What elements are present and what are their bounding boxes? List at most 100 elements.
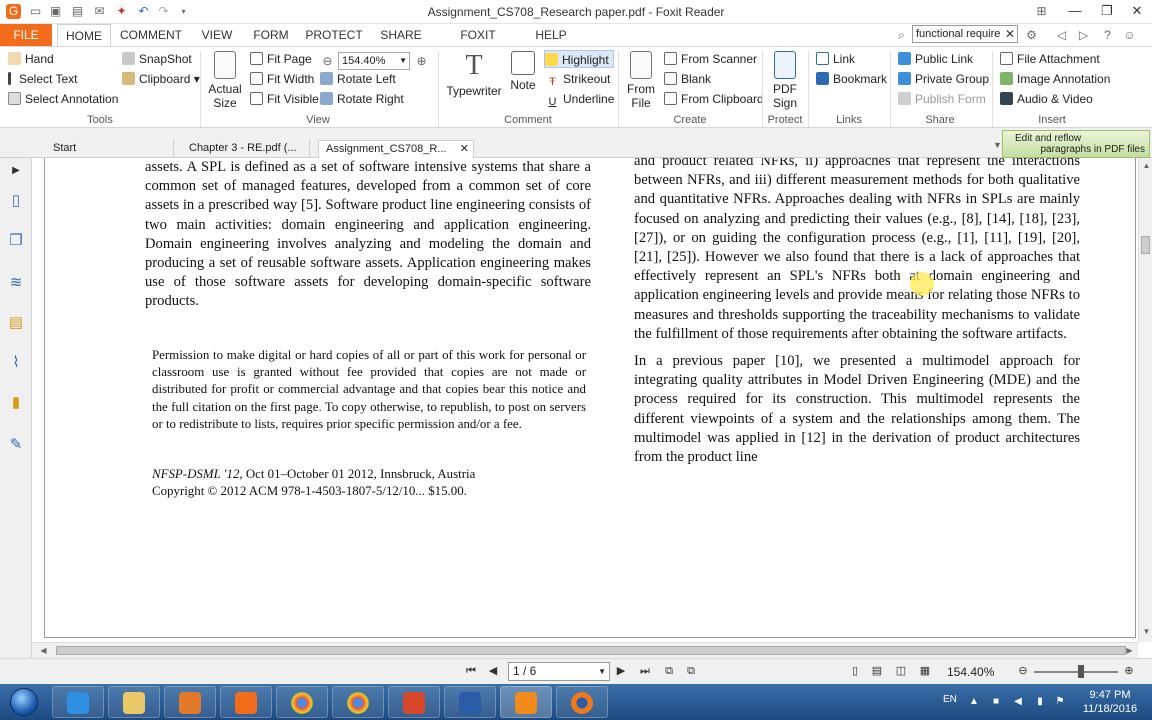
document-viewport[interactable]: assets. A SPL is defined as a set of sof… <box>32 158 1138 642</box>
zoom-slider[interactable] <box>1034 671 1118 673</box>
layers-icon[interactable]: ≋ <box>7 274 25 292</box>
taskbar-foxit[interactable] <box>500 686 552 718</box>
bookmark-button[interactable]: Bookmark <box>816 70 887 88</box>
search-next-icon[interactable]: ▷ <box>1076 28 1091 43</box>
start-button[interactable] <box>4 686 44 718</box>
taskbar-explorer[interactable] <box>108 686 160 718</box>
public-link-button[interactable]: Public Link <box>898 50 973 68</box>
taskbar-chrome-1[interactable] <box>276 686 328 718</box>
tray-arrow-icon[interactable]: ▲ <box>968 696 980 708</box>
typewriter-button[interactable]: T Typewriter <box>444 51 504 99</box>
page-number-input[interactable]: 1 / 6 ▼ <box>508 662 610 681</box>
help-icon[interactable]: ? <box>1100 28 1115 43</box>
status-zoom-in-icon[interactable]: ⊕ <box>1122 664 1136 678</box>
search-input[interactable]: functional require ✕ <box>912 25 1018 43</box>
expand-panel-icon[interactable]: ▶ <box>7 162 25 180</box>
taskbar-word[interactable] <box>444 686 496 718</box>
network-icon[interactable]: ▮ <box>1034 696 1046 708</box>
taskbar-chrome-2[interactable] <box>332 686 384 718</box>
minimize-button[interactable]: — <box>1058 0 1092 22</box>
blank-button[interactable]: Blank <box>664 70 711 88</box>
tab-assignment[interactable]: Assignment_CS708_R... ✕ <box>318 140 474 158</box>
fit-page-button[interactable]: Fit Page <box>250 50 312 68</box>
continuous-icon[interactable]: ▤ <box>870 664 884 678</box>
pages-icon[interactable]: ▯ <box>7 192 25 210</box>
status-zoom-out-icon[interactable]: ⊖ <box>1016 664 1030 678</box>
tab-start[interactable]: Start <box>46 140 174 158</box>
signature-icon[interactable]: ✎ <box>7 436 25 454</box>
next-view-icon[interactable]: ⧉ <box>684 664 698 678</box>
image-annotation-button[interactable]: Image Annotation <box>1000 70 1110 88</box>
tab-view[interactable]: VIEW <box>196 24 238 46</box>
clear-search-icon[interactable]: ✕ <box>1005 26 1015 42</box>
taskbar-firefox[interactable] <box>556 686 608 718</box>
rotate-right-button[interactable]: Rotate Right <box>320 90 404 108</box>
volume-icon[interactable]: ◀ <box>1012 696 1024 708</box>
tab-foxit-cloud[interactable]: FOXIT CLOUD <box>438 24 518 64</box>
thumbnails-icon[interactable]: ❐ <box>7 232 25 250</box>
clipboard-tool[interactable]: Clipboard ▾ <box>122 70 200 88</box>
select-annotation-tool[interactable]: Select Annotation <box>8 90 118 108</box>
language-indicator[interactable]: EN <box>943 694 957 705</box>
flag-icon[interactable]: ⚑ <box>1054 696 1066 708</box>
scroll-up-icon[interactable]: ▲ <box>1139 158 1152 173</box>
scroll-left-icon[interactable]: ◀ <box>36 643 51 658</box>
tab-comment[interactable]: COMMENT <box>118 24 184 46</box>
last-page-icon[interactable]: ⏭ <box>638 664 652 678</box>
system-clock[interactable]: 9:47 PM 11/18/2016 <box>1072 688 1148 716</box>
actual-size-button[interactable]: Actual Size <box>204 51 246 110</box>
close-button[interactable]: ✕ <box>1120 0 1152 22</box>
attachments-icon[interactable]: ⌇ <box>7 354 25 372</box>
taskbar-app[interactable] <box>388 686 440 718</box>
previous-page-icon[interactable]: ◀ <box>486 664 500 678</box>
from-file-button[interactable]: From File <box>622 51 660 110</box>
tab-protect[interactable]: PROTECT <box>304 24 364 46</box>
fit-width-button[interactable]: Fit Width <box>250 70 314 88</box>
pdf-sign-button[interactable]: PDF Sign <box>766 51 804 110</box>
taskbar-media[interactable] <box>164 686 216 718</box>
previous-view-icon[interactable]: ⧉ <box>662 664 676 678</box>
continuous-facing-icon[interactable]: ▦ <box>918 664 932 678</box>
vertical-scrollbar[interactable]: ▲ ▼ <box>1138 158 1152 642</box>
fit-visible-button[interactable]: Fit Visible <box>250 90 319 108</box>
tab-chapter3[interactable]: Chapter 3 - RE.pdf (... <box>182 140 310 158</box>
publish-form-button[interactable]: Publish Form <box>898 90 986 108</box>
first-page-icon[interactable]: ⏮ <box>464 664 478 678</box>
zoom-select[interactable]: 154.40% ▼ <box>338 52 410 70</box>
hand-tool[interactable]: Hand <box>8 50 54 68</box>
tab-home[interactable]: HOME <box>57 24 111 46</box>
file-attachment-button[interactable]: File Attachment <box>1000 50 1100 68</box>
audio-video-button[interactable]: Audio & Video <box>1000 90 1093 108</box>
reflow-tip[interactable]: Edit and reflow paragraphs in PDF files <box>1002 130 1150 158</box>
security-lock-icon[interactable]: ▮ <box>7 394 25 412</box>
taskbar-ie[interactable] <box>52 686 104 718</box>
horizontal-scrollbar[interactable]: ◀ ▶ <box>32 642 1138 658</box>
highlight-button[interactable]: Highlight <box>544 50 614 68</box>
zoom-in-icon[interactable]: ⊕ <box>414 54 429 69</box>
horizontal-scroll-thumb[interactable] <box>56 646 1126 655</box>
maximize-button[interactable]: ❐ <box>1090 0 1124 22</box>
vertical-scroll-thumb[interactable] <box>1141 236 1150 254</box>
facing-icon[interactable]: ◫ <box>894 664 908 678</box>
tab-file[interactable]: FILE <box>0 24 52 46</box>
scroll-right-icon[interactable]: ▶ <box>1122 643 1137 658</box>
settings-icon[interactable]: ⚙ <box>1024 28 1039 43</box>
tab-form[interactable]: FORM <box>250 24 292 46</box>
next-page-icon[interactable]: ▶ <box>614 664 628 678</box>
tray-app-icon[interactable]: ■ <box>990 696 1002 708</box>
snapshot-tool[interactable]: SnapShot <box>122 50 192 68</box>
link-button[interactable]: Link <box>816 50 855 68</box>
restore-ribbon-icon[interactable]: ⊞ <box>1034 4 1049 19</box>
rotate-left-button[interactable]: Rotate Left <box>320 70 396 88</box>
tab-help[interactable]: HELP <box>532 24 570 46</box>
underline-button[interactable]: U Underline <box>546 90 615 108</box>
close-tab-icon[interactable]: ✕ <box>460 141 469 158</box>
strikeout-button[interactable]: Ŧ Strikeout <box>546 70 610 88</box>
zoom-slider-knob[interactable] <box>1078 665 1084 678</box>
select-text-tool[interactable]: Select Text <box>8 70 77 88</box>
comments-icon[interactable]: ▤ <box>7 314 25 332</box>
from-scanner-button[interactable]: From Scanner <box>664 50 757 68</box>
taskbar-recorder[interactable] <box>220 686 272 718</box>
single-page-icon[interactable]: ▯ <box>848 664 862 678</box>
zoom-out-icon[interactable]: ⊖ <box>320 54 335 69</box>
